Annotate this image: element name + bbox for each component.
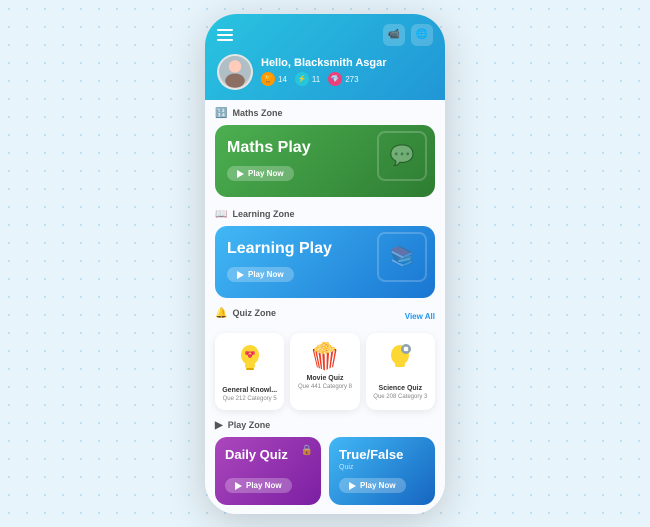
learning-zone-section: 📖 Learning Zone 📚 Learning Play Play Now — [205, 201, 445, 302]
quiz-zone-section: 🔔 Quiz Zone View All — [205, 302, 445, 414]
general-quiz-name: General Knowl... — [220, 387, 279, 394]
top-bar: 📹 🌐 — [217, 24, 433, 46]
daily-play-triangle-icon — [235, 482, 242, 490]
play-zone-icon: ▶ — [215, 420, 223, 431]
quiz-icon: 🔔 — [215, 308, 227, 319]
maths-icon: 🔢 — [215, 108, 227, 119]
true-false-play-button[interactable]: Play Now — [339, 478, 406, 493]
learning-card-decoration: 📚 — [377, 232, 427, 282]
user-row: Hello, Blacksmith Asgar 🏆 14 ⚡ 11 💎 273 — [217, 54, 433, 90]
daily-quiz-title: Daily Quiz — [225, 447, 311, 462]
movie-quiz-name: Movie Quiz — [295, 375, 354, 382]
greeting-text: Hello, Blacksmith Asgar — [261, 57, 433, 69]
general-quiz-meta: Que 212 Category 5 — [220, 396, 279, 402]
science-quiz-icon — [371, 341, 430, 382]
learning-icon: 📖 — [215, 209, 227, 220]
movie-quiz-meta: Que 441 Category 8 — [295, 384, 354, 390]
daily-quiz-subtitle — [225, 464, 311, 471]
true-false-subtitle: Quiz — [339, 464, 425, 471]
science-quiz-meta: Que 208 Category 3 — [371, 394, 430, 400]
learning-play-triangle-icon — [237, 271, 244, 279]
true-false-card[interactable]: True/False Quiz Play Now — [329, 437, 435, 505]
maths-play-button[interactable]: Play Now — [227, 166, 294, 181]
stat-gem: 💎 273 — [328, 72, 358, 86]
general-quiz-icon — [220, 341, 279, 384]
play-zone-label: ▶ Play Zone — [215, 420, 435, 431]
play-triangle-icon — [237, 170, 244, 178]
learning-play-button[interactable]: Play Now — [227, 267, 294, 282]
video-icon-btn[interactable]: 📹 — [383, 24, 405, 46]
maths-zone-section: 🔢 Maths Zone 💬 Maths Play Play Now — [205, 100, 445, 201]
true-false-title: True/False — [339, 447, 425, 462]
user-info: Hello, Blacksmith Asgar 🏆 14 ⚡ 11 💎 273 — [261, 57, 433, 86]
play-zone-cards: 🔒 Daily Quiz Play Now True/False Quiz Pl… — [215, 437, 435, 505]
science-quiz-name: Science Quiz — [371, 385, 430, 392]
maths-zone-label: 🔢 Maths Zone — [215, 108, 435, 119]
maths-play-card[interactable]: 💬 Maths Play Play Now — [215, 125, 435, 197]
quiz-card-general[interactable]: General Knowl... Que 212 Category 5 — [215, 333, 284, 410]
stat-trophy: 🏆 14 — [261, 72, 287, 86]
avatar — [217, 54, 253, 90]
gem-icon: 💎 — [328, 72, 342, 86]
quiz-cards-row: General Knowl... Que 212 Category 5 🍿 Mo… — [215, 333, 435, 410]
trophy-icon: 🏆 — [261, 72, 275, 86]
stat-bolt: ⚡ 11 — [295, 72, 320, 86]
quiz-card-movie[interactable]: 🍿 Movie Quiz Que 441 Category 8 — [290, 333, 359, 410]
view-all-button[interactable]: View All — [405, 312, 435, 321]
top-icons: 📹 🌐 — [383, 24, 433, 46]
quiz-zone-header: 🔔 Quiz Zone View All — [215, 308, 435, 325]
app-header: 📹 🌐 Hello, Blacksmith Asgar 🏆 14 — [205, 14, 445, 100]
daily-quiz-play-button[interactable]: Play Now — [225, 478, 292, 493]
bolt-icon: ⚡ — [295, 72, 309, 86]
quiz-zone-label: 🔔 Quiz Zone — [215, 308, 276, 319]
translate-icon-btn[interactable]: 🌐 — [411, 24, 433, 46]
lock-icon: 🔒 — [301, 445, 313, 456]
card-decoration: 💬 — [377, 131, 427, 181]
learning-play-card[interactable]: 📚 Learning Play Play Now — [215, 226, 435, 298]
stats-row: 🏆 14 ⚡ 11 💎 273 — [261, 72, 433, 86]
truefalf-play-triangle-icon — [349, 482, 356, 490]
phone-frame: 📹 🌐 Hello, Blacksmith Asgar 🏆 14 — [205, 14, 445, 514]
quiz-card-science[interactable]: Science Quiz Que 208 Category 3 — [366, 333, 435, 410]
daily-quiz-card[interactable]: 🔒 Daily Quiz Play Now — [215, 437, 321, 505]
app-body: 🔢 Maths Zone 💬 Maths Play Play Now 📖 Lea… — [205, 100, 445, 514]
movie-quiz-icon: 🍿 — [295, 341, 354, 372]
play-zone-section: ▶ Play Zone 🔒 Daily Quiz Play Now True/F… — [205, 414, 445, 513]
menu-button[interactable] — [217, 29, 233, 41]
learning-zone-label: 📖 Learning Zone — [215, 209, 435, 220]
